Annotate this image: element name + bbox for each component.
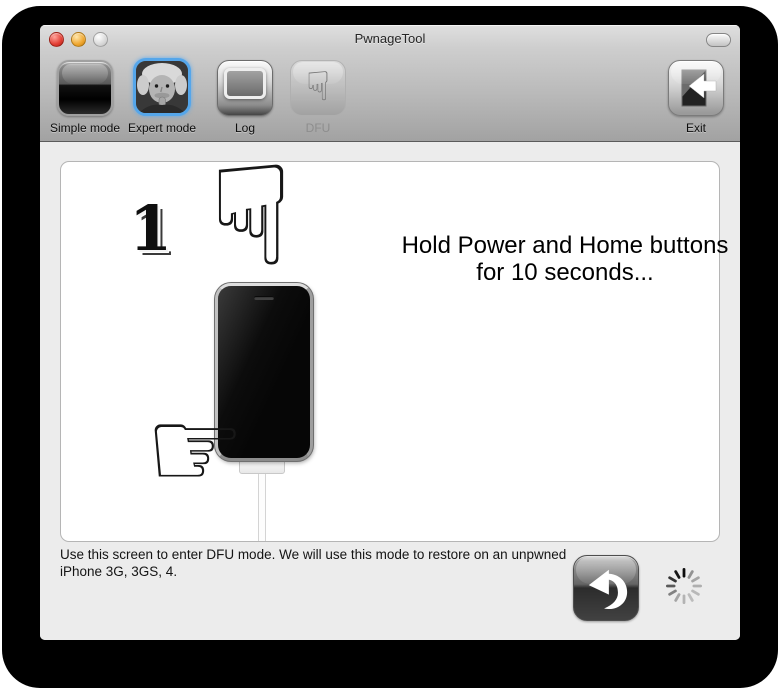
toolbar-item-dfu: ☟ DFU: [272, 60, 364, 135]
toolbar-item-label: DFU: [305, 121, 331, 135]
toolbar-item-expert-mode[interactable]: Expert mode: [116, 58, 208, 135]
footer-instruction-text: Use this screen to enter DFU mode. We wi…: [60, 547, 567, 579]
progress-spinner: [666, 568, 702, 604]
exit-door-arrow-icon: [668, 60, 724, 116]
instruction-panel: 1 ☟ ☞ Hold Power and Home buttons for 10…: [60, 148, 728, 542]
content-area: 1 ☟ ☞ Hold Power and Home buttons for 10…: [40, 142, 740, 640]
hand-pointing-down-icon: ☟: [209, 136, 294, 297]
window-title: PwnageTool: [354, 31, 426, 46]
screen-shape: [224, 68, 266, 99]
instruction-headline: Hold Power and Home buttons for 10 secon…: [401, 232, 729, 286]
toolbar-toggle-button[interactable]: [706, 33, 731, 47]
step-number: 1: [129, 192, 173, 265]
toolbar-item-label: Expert mode: [127, 121, 197, 135]
hand-pointing-right-icon: ☞: [145, 385, 246, 515]
pwnagetool-window: PwnageTool Simple mode Expert mode Log ☟…: [40, 25, 740, 640]
toolbar-item-exit[interactable]: Exit: [650, 60, 740, 135]
hand-pointing-down-icon: ☟: [290, 60, 346, 116]
window-screen-icon: [217, 60, 273, 116]
window-chrome: PwnageTool Simple mode Expert mode Log ☟…: [40, 25, 740, 142]
titlebar[interactable]: PwnageTool: [40, 25, 740, 52]
back-button[interactable]: [573, 555, 639, 621]
hand-glyph: ☟: [305, 64, 331, 110]
einstein-photo-icon: [133, 58, 191, 116]
toolbar-item-label: Exit: [685, 121, 706, 135]
usb-cable: [258, 473, 266, 541]
curved-back-arrow-icon: [588, 569, 628, 609]
black-glass-app-icon: [57, 60, 113, 116]
